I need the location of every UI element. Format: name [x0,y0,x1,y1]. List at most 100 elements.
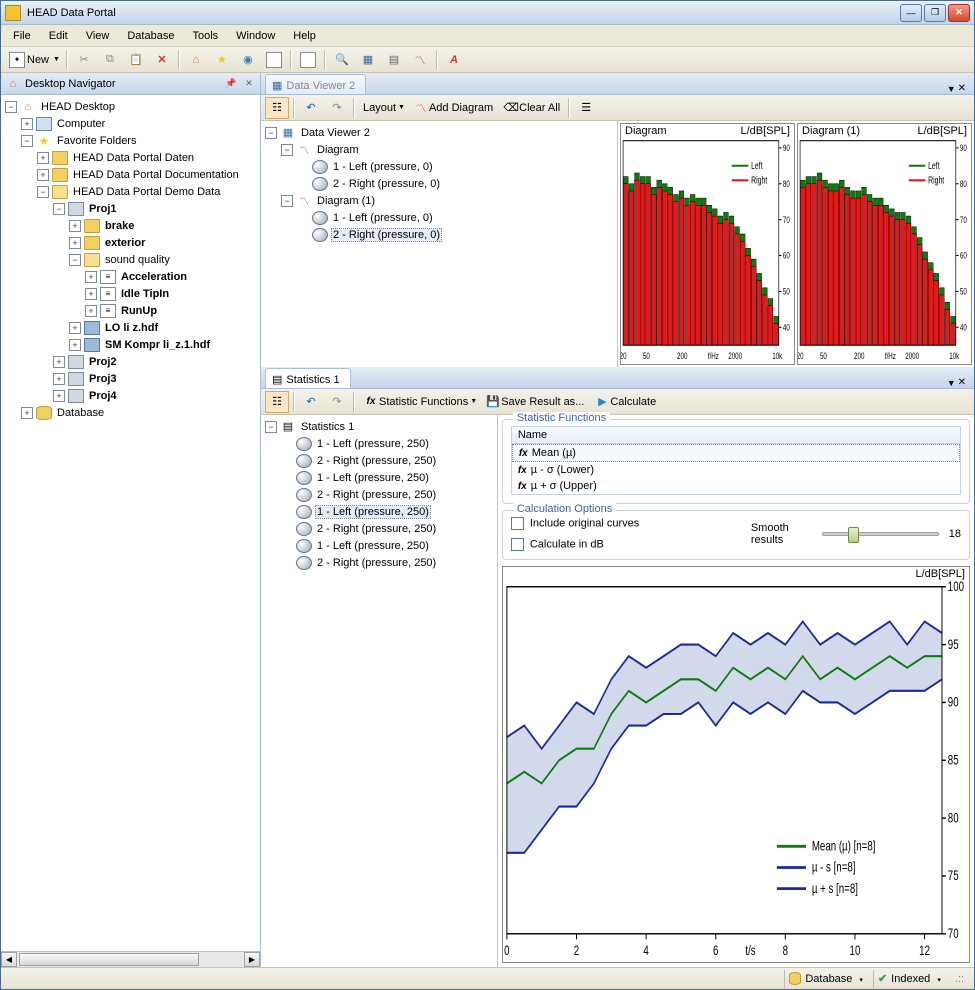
tree-file[interactable]: +LO li z.hdf [69,319,258,336]
status-database[interactable]: Database [784,970,867,988]
dataviewer-body: −▦Data Viewer 2 −〽Diagram 1 - Left (pres… [261,121,974,367]
tree-item[interactable]: +brake [69,217,258,234]
diagram-chart-2[interactable]: Diagram (1) L/dB[SPL] 405060708090205020… [797,123,972,365]
tree-item[interactable]: +≡Acceleration [85,268,258,285]
tree-channel[interactable]: 2 - Right (pressure, 250) [281,452,495,469]
tree-channel[interactable]: 2 - Right (pressure, 0) [297,175,615,192]
status-indexed[interactable]: ✔Indexed [873,970,945,988]
tree-soundquality[interactable]: −sound quality [69,251,258,268]
tab-statistics-1[interactable]: ▤Statistics 1 [265,368,351,388]
tree-proj4[interactable]: +Proj4 [53,387,258,404]
chart-button[interactable]: 〽 [408,49,432,71]
minimize-button[interactable]: — [900,4,922,22]
include-original-checkbox[interactable] [511,517,524,530]
tab-dataviewer-2[interactable]: ▦Data Viewer 2 [265,74,366,94]
tree-proj2[interactable]: +Proj2 [53,353,258,370]
tab-close[interactable]: ✕ [958,83,966,94]
tree-channel[interactable]: 2 - Right (pressure, 250) [281,486,495,503]
tree-diagram[interactable]: −〽Diagram (1) [281,192,615,209]
close-button[interactable]: ✕ [948,4,970,22]
tree-file[interactable]: +SM Kompr li_z.1.hdf [69,336,258,353]
calculate-db-checkbox[interactable] [511,538,524,551]
home-button[interactable]: ⌂ [184,49,208,71]
doc-button[interactable] [262,49,286,71]
copy-button[interactable]: ⧉ [98,49,122,71]
menu-database[interactable]: Database [119,28,182,44]
tree-item[interactable]: −HEAD Data Portal Demo Data [37,183,258,200]
svg-text:µ + s [n=8]: µ + s [n=8] [812,880,858,896]
tree-channel[interactable]: 1 - Left (pressure, 250) [281,435,495,452]
tree-database[interactable]: +Database [21,404,258,421]
add-diagram-button[interactable]: 〽Add Diagram [409,97,497,119]
statistics-result-chart[interactable]: L/dB[SPL] 707580859095100024681012t/sMea… [502,566,970,963]
tab-close[interactable]: ✕ [958,377,966,388]
paste-button[interactable]: 📋 [124,49,148,71]
search-button[interactable]: 🔍 [330,49,354,71]
cut-button[interactable]: ✂ [72,49,96,71]
stat-functions-button[interactable]: fxStatistic Functions▼ [359,391,479,413]
statistics-tree[interactable]: −▤Statistics 1 1 - Left (pressure, 250)2… [261,415,498,967]
tree-proj3[interactable]: +Proj3 [53,370,258,387]
navigator-tree[interactable]: −⌂HEAD Desktop +Computer −★Favorite Fold… [1,95,260,951]
dataviewer-tree[interactable]: −▦Data Viewer 2 −〽Diagram 1 - Left (pres… [261,121,618,367]
fn-row-mean[interactable]: fxMean (µ) [512,444,960,462]
tree-item[interactable]: +exterior [69,234,258,251]
pin-button[interactable]: 📌 [224,77,238,91]
tree-item[interactable]: +HEAD Data Portal Documentation [37,166,258,183]
tree-favorites[interactable]: −★Favorite Folders [21,132,258,149]
navigator-h-scrollbar[interactable]: ◀▶ [1,951,260,967]
menu-help[interactable]: Help [285,28,324,44]
menu-view[interactable]: View [78,28,118,44]
tree-channel[interactable]: 1 - Left (pressure, 0) [297,209,615,226]
panel-close-button[interactable]: ✕ [242,77,256,91]
tree-channel[interactable]: 2 - Right (pressure, 0) [297,226,615,243]
tree-diagram[interactable]: −〽Diagram [281,141,615,158]
tree-channel[interactable]: 1 - Left (pressure, 0) [297,158,615,175]
smooth-slider[interactable] [822,532,939,536]
column-header[interactable]: Name [518,429,813,441]
tree-channel[interactable]: 1 - Left (pressure, 250) [281,503,495,520]
dataview-button[interactable]: ▦ [356,49,380,71]
tree-computer[interactable]: +Computer [21,115,258,132]
tree-channel[interactable]: 2 - Right (pressure, 250) [281,520,495,537]
calculate-button[interactable]: ▶Calculate [590,391,660,413]
maximize-button[interactable]: ❐ [924,4,946,22]
st-tree-toggle[interactable]: ☷ [265,391,289,413]
tree-proj1[interactable]: −Proj1 [53,200,258,217]
dv-tree-toggle[interactable]: ☷ [265,97,289,119]
menu-tools[interactable]: Tools [184,28,226,44]
tree-item[interactable]: +HEAD Data Portal Daten [37,149,258,166]
menu-file[interactable]: File [5,28,39,44]
tree-channel[interactable]: 2 - Right (pressure, 250) [281,554,495,571]
tab-dropdown[interactable]: ▼ [947,378,956,388]
redo-button[interactable]: ↷ [325,97,349,119]
svg-text:80: 80 [783,179,790,190]
layout-button[interactable]: Layout▼ [359,97,407,119]
delete-button[interactable]: ✕ [150,49,174,71]
redo-button[interactable]: ↷ [325,391,349,413]
artemis-button[interactable]: A [442,49,466,71]
folder-open-icon [84,253,100,267]
tree-channel[interactable]: 1 - Left (pressure, 250) [281,537,495,554]
fn-row-upper[interactable]: fxµ + σ (Upper) [512,478,960,494]
favorite-button[interactable]: ★ [210,49,234,71]
tree-item[interactable]: +≡Idle TipIn [85,285,258,302]
menu-edit[interactable]: Edit [41,28,76,44]
fn-row-lower[interactable]: fxµ - σ (Lower) [512,462,960,478]
tree-item[interactable]: +≡RunUp [85,302,258,319]
doc2-button[interactable] [296,49,320,71]
tree-channel[interactable]: 1 - Left (pressure, 250) [281,469,495,486]
letter-a-icon: A [446,52,462,68]
stats-button[interactable]: ▤ [382,49,406,71]
menu-window[interactable]: Window [228,28,283,44]
web-button[interactable]: ◉ [236,49,260,71]
options-button[interactable]: ☰ [574,97,598,119]
save-result-button[interactable]: 💾Save Result as... [481,391,588,413]
tab-dropdown[interactable]: ▼ [947,84,956,94]
new-button[interactable]: ✦New▼ [5,49,62,71]
clear-all-button[interactable]: ⌫Clear All [499,97,564,119]
channel-icon [296,539,312,553]
diagram-chart-1[interactable]: Diagram L/dB[SPL] 4050607080902050200200… [620,123,795,365]
undo-button[interactable]: ↶ [299,97,323,119]
undo-button[interactable]: ↶ [299,391,323,413]
